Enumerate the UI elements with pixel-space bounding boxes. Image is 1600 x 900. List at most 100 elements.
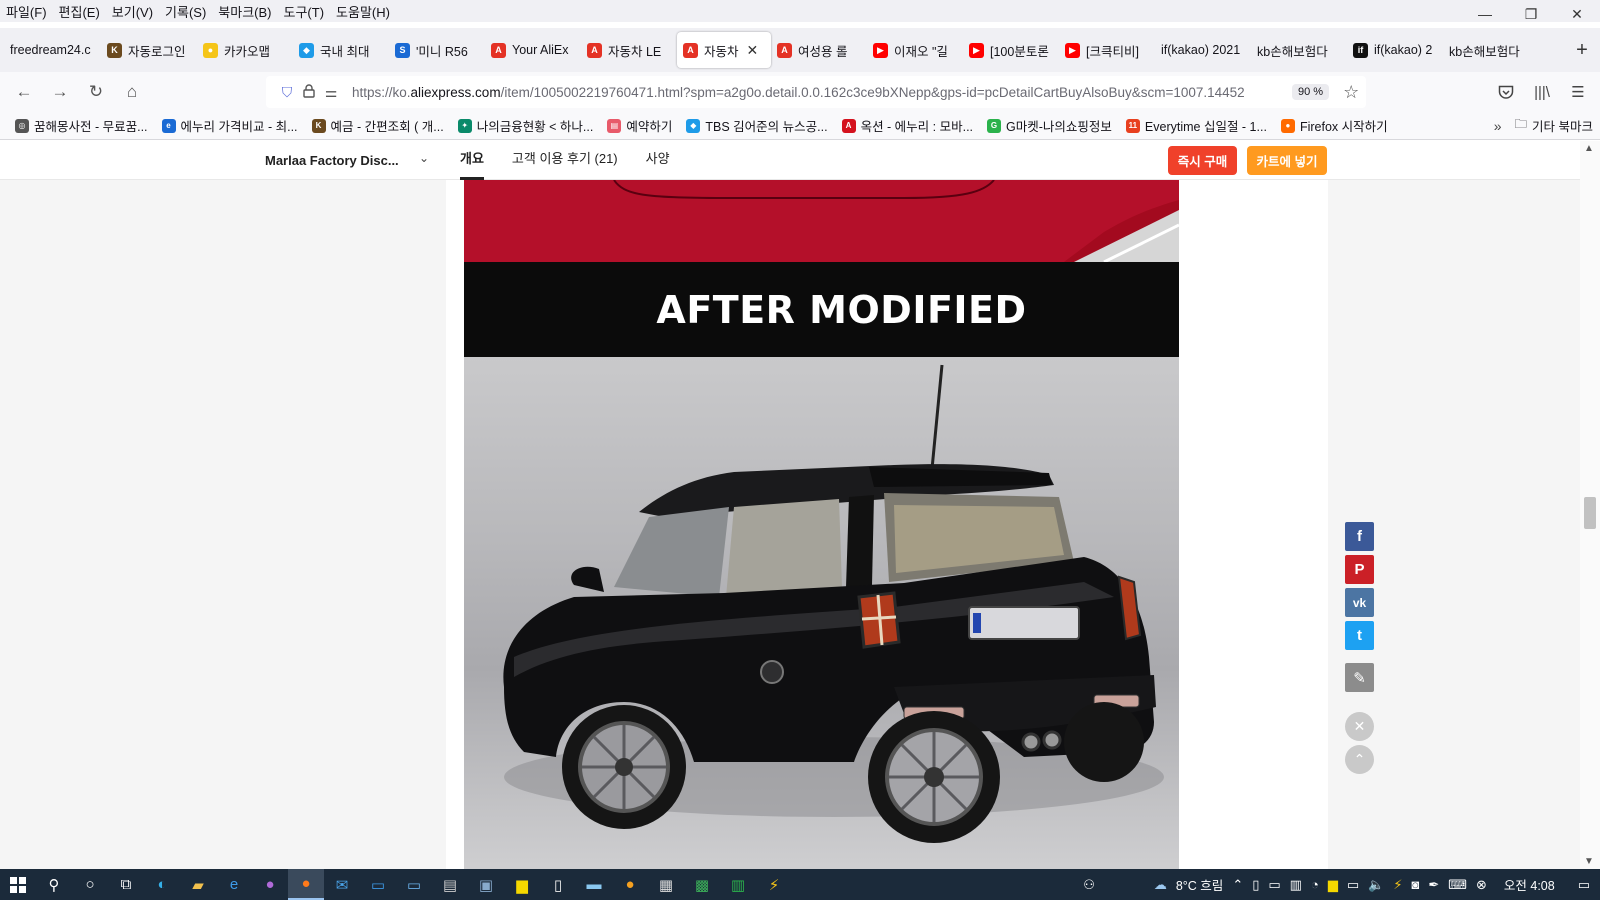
browser-tab[interactable]: ● 카카오맵: [197, 32, 293, 68]
firefox-icon[interactable]: ●: [288, 869, 324, 900]
back-button[interactable]: ←: [6, 76, 42, 108]
new-tab-button[interactable]: +: [1564, 39, 1600, 62]
twitter-icon[interactable]: t: [1345, 621, 1374, 650]
pocket-icon[interactable]: [1490, 76, 1522, 108]
keyboard-icon[interactable]: ⌨: [1448, 877, 1467, 893]
tracking-shield-icon[interactable]: ⛉: [276, 84, 298, 101]
menu-file[interactable]: 파일(F): [0, 2, 53, 21]
app-icon[interactable]: ▣: [468, 869, 504, 900]
bookmark-item[interactable]: A 옥션 - 에누리 : 모바...: [835, 116, 980, 135]
other-bookmarks-folder[interactable]: 🗀 기타 북마크: [1508, 115, 1600, 136]
browser-tab[interactable]: if if(kakao) 2: [1347, 32, 1443, 68]
tray-app-icon[interactable]: ◙: [1411, 877, 1419, 892]
add-to-cart-button[interactable]: 카트에 넣기: [1247, 146, 1327, 175]
menu-tools[interactable]: 도구(T): [278, 2, 331, 21]
browser-tab[interactable]: kb손해보험다: [1443, 32, 1537, 68]
calculator-icon[interactable]: ▦: [648, 869, 684, 900]
bookmark-item[interactable]: ◎ 꿈해몽사전 - 무료꿈...: [8, 116, 155, 135]
menu-edit[interactable]: 편집(E): [53, 2, 106, 21]
page-scrollbar[interactable]: ▲ ▼: [1580, 141, 1600, 869]
kakaotalk-icon[interactable]: ▆: [504, 869, 540, 900]
library-icon[interactable]: |||\: [1526, 76, 1558, 108]
app-icon[interactable]: ▭: [396, 869, 432, 900]
browser-tab[interactable]: kb손해보험다: [1251, 32, 1347, 68]
reload-button[interactable]: ↻: [78, 76, 114, 108]
tab-specs[interactable]: 사양: [646, 141, 670, 180]
app-icon[interactable]: ▩: [684, 869, 720, 900]
facebook-icon[interactable]: f: [1345, 522, 1374, 551]
clock-time[interactable]: 오전 4:08: [1504, 875, 1555, 894]
zoom-level[interactable]: 90 %: [1292, 84, 1330, 100]
browser-tab-active[interactable]: A 자동차 ✕: [677, 32, 771, 68]
app-icon[interactable]: ⚡: [756, 869, 792, 900]
people-icon[interactable]: ⚇: [1083, 877, 1095, 893]
chevron-down-icon[interactable]: ⌄: [419, 151, 429, 165]
close-tab-icon[interactable]: ✕: [747, 42, 759, 59]
browser-tab[interactable]: ▶ [크큭티비]: [1059, 32, 1155, 68]
restore-button[interactable]: ❐: [1508, 0, 1554, 28]
tray-close-icon[interactable]: ⊗: [1476, 877, 1487, 893]
browser-tab[interactable]: ▶ 이재오 "길: [867, 32, 963, 68]
volume-icon[interactable]: 🔈: [1368, 877, 1384, 893]
bookmark-star-icon[interactable]: ☆: [1343, 82, 1359, 103]
task-view-icon[interactable]: ⧉: [108, 869, 144, 900]
internet-explorer-icon[interactable]: e: [216, 869, 252, 900]
back-to-top-icon[interactable]: ⌃: [1345, 745, 1374, 774]
chevron-up-icon[interactable]: ⌃: [1232, 877, 1243, 893]
pinterest-icon[interactable]: P: [1345, 555, 1374, 584]
battery-icon[interactable]: ▯: [1252, 877, 1259, 893]
app-drop-icon[interactable]: ●: [252, 869, 288, 900]
pen-icon[interactable]: ✒: [1428, 877, 1439, 893]
url-bar[interactable]: ⛉ ⚌ https://ko.aliexpress.com/item/10050…: [266, 76, 1366, 108]
tab-reviews[interactable]: 고객 이용 후기 (21): [512, 141, 618, 180]
app-icon[interactable]: ●: [612, 869, 648, 900]
file-explorer-icon[interactable]: ▰: [180, 869, 216, 900]
bookmark-item[interactable]: G G마켓-나의쇼핑정보: [980, 116, 1119, 135]
windows-start-icon[interactable]: [0, 869, 36, 900]
permissions-icon[interactable]: ⚌: [320, 84, 342, 101]
home-button[interactable]: ⌂: [114, 76, 150, 108]
bookmark-item[interactable]: ✦ 나의금융현황 < 하나...: [451, 116, 601, 135]
tray-app-icon[interactable]: ▥: [1290, 877, 1302, 893]
tab-overview[interactable]: 개요: [460, 141, 484, 180]
browser-tab[interactable]: freedream24.c: [4, 32, 101, 68]
menu-bookmarks[interactable]: 북마크(B): [212, 2, 277, 21]
browser-tab[interactable]: ▶ [100분토론: [963, 32, 1059, 68]
tray-app-icon[interactable]: ⚡: [1393, 877, 1402, 893]
minimize-button[interactable]: —: [1462, 0, 1508, 28]
bookmark-item[interactable]: ● Firefox 시작하기: [1274, 116, 1395, 135]
mail-icon[interactable]: ✉: [324, 869, 360, 900]
notification-icon[interactable]: ▭: [1578, 877, 1590, 893]
bookmark-item[interactable]: ◆ TBS 김어준의 뉴스공...: [679, 116, 834, 135]
tray-app-icon[interactable]: ◔: [1311, 877, 1319, 892]
cortana-icon[interactable]: ○: [72, 869, 108, 900]
url-text[interactable]: https://ko.aliexpress.com/item/100500221…: [352, 85, 1282, 100]
close-share-icon[interactable]: ✕: [1345, 712, 1374, 741]
lock-icon[interactable]: [298, 83, 320, 101]
edit-icon[interactable]: ✎: [1345, 663, 1374, 692]
browser-tab[interactable]: A Your AliEx: [485, 32, 581, 68]
scroll-up-icon[interactable]: ▲: [1584, 143, 1594, 154]
notepad-icon[interactable]: ▯: [540, 869, 576, 900]
bookmark-item[interactable]: K 예금 - 간편조회 ( 개...: [305, 116, 451, 135]
tray-app-icon[interactable]: ▭: [1268, 877, 1280, 893]
browser-tab[interactable]: A 여성용 롤: [771, 32, 867, 68]
scroll-thumb[interactable]: [1584, 497, 1596, 529]
scroll-down-icon[interactable]: ▼: [1584, 856, 1594, 867]
kakaotalk-tray-icon[interactable]: ▆: [1328, 877, 1338, 893]
menu-help[interactable]: 도움말(H): [330, 2, 396, 21]
edge-icon[interactable]: ◐: [144, 869, 180, 900]
weather-text[interactable]: 8°C 흐림: [1176, 875, 1223, 894]
hamburger-menu-icon[interactable]: ☰: [1562, 76, 1594, 108]
network-icon[interactable]: ▭: [1347, 877, 1359, 893]
menu-history[interactable]: 기록(S): [159, 2, 212, 21]
search-icon[interactable]: ⚲: [36, 869, 72, 900]
app-icon[interactable]: ▤: [432, 869, 468, 900]
bookmark-item[interactable]: ▤ 예약하기: [600, 116, 679, 135]
browser-tab[interactable]: A 자동차 LE: [581, 32, 677, 68]
app-icon[interactable]: ▬: [576, 869, 612, 900]
forward-button[interactable]: →: [42, 76, 78, 108]
buy-now-button[interactable]: 즉시 구매: [1168, 146, 1237, 175]
browser-tab[interactable]: S '미니 R56: [389, 32, 485, 68]
bookmark-item[interactable]: e 에누리 가격비교 - 최...: [155, 116, 305, 135]
